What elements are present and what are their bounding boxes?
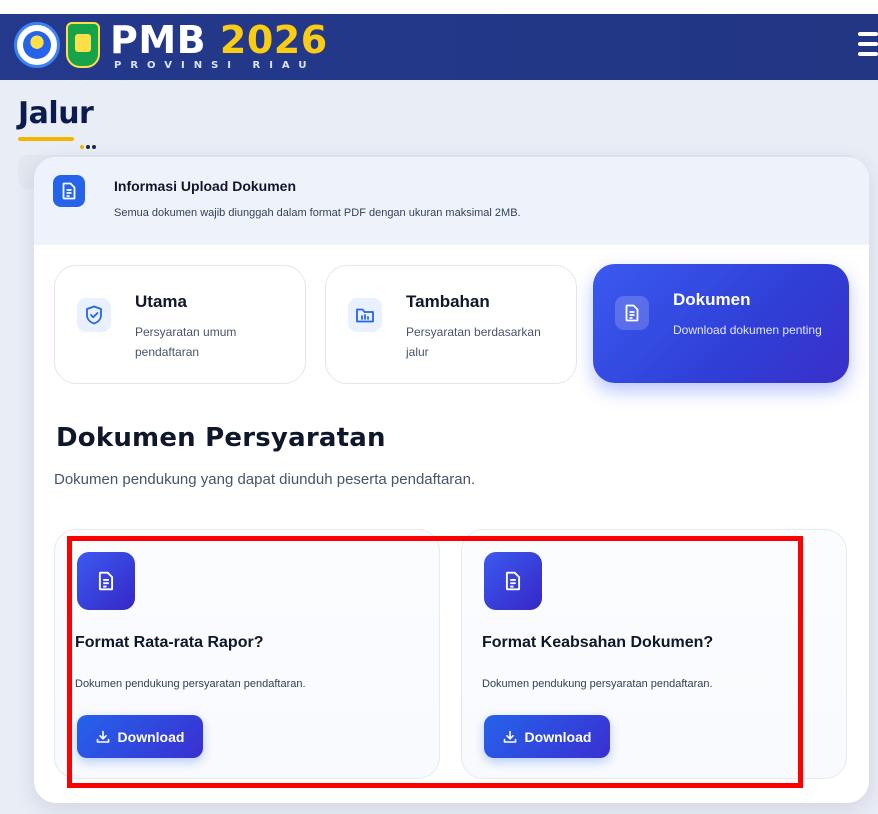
top-white-strip [0,0,878,14]
brand-year: 2026 [219,18,328,62]
tab-tambahan-label: Tambahan [406,292,490,311]
document-icon [77,552,135,610]
section-description: Dokumen pendukung yang dapat diunduh pes… [54,471,476,488]
document-icon [484,552,542,610]
upload-info-description: Semua dokumen wajib diunggah dalam forma… [114,207,521,219]
tab-utama[interactable]: Utama Persyaratan umum pendaftaran [54,265,306,384]
tab-utama-label: Utama [135,292,187,311]
title-dots [80,136,100,149]
document-icon [615,296,649,330]
tab-dokumen-description: Download dokumen penting [673,323,822,337]
brand-name: PMB [110,18,207,62]
title-underline [18,137,74,141]
tab-tambahan[interactable]: Tambahan Persyaratan berdasarkan jalur [325,265,577,384]
download-button[interactable]: Download [77,715,203,758]
shield-check-icon [77,298,111,332]
document-card-rata-rata-rapor: Format Rata-rata Rapor? Dokumen pendukun… [54,529,440,779]
header-bar: PMB 2026 PROVINSI RIAU [0,14,878,80]
section-title: Dokumen Persyaratan [56,423,386,453]
brand-title[interactable]: PMB 2026 [110,18,328,62]
upload-info-banner: Informasi Upload Dokumen Semua dokumen w… [34,157,869,245]
document-title: Format Rata-rata Rapor? [75,634,264,651]
menu-hamburger-icon[interactable] [858,32,878,56]
tab-dokumen[interactable]: Dokumen Download dokumen penting [593,264,849,383]
download-icon [503,730,516,743]
requirements-card: Informasi Upload Dokumen Semua dokumen w… [34,157,869,803]
download-button-label: Download [117,728,185,745]
tut-wuri-logo-icon [14,22,60,68]
document-description: Dokumen pendukung persyaratan pendaftara… [482,678,713,690]
tab-dokumen-label: Dokumen [673,290,751,309]
page-title: Jalur [18,96,94,131]
document-card-keabsahan-dokumen: Format Keabsahan Dokumen? Dokumen penduk… [461,529,847,779]
document-icon [53,175,85,207]
folder-icon [348,298,382,332]
download-button-label: Download [524,728,592,745]
download-icon [96,730,109,743]
riau-emblem-icon [66,22,100,68]
upload-info-title: Informasi Upload Dokumen [114,178,297,194]
download-button[interactable]: Download [484,715,610,758]
document-title: Format Keabsahan Dokumen? [482,634,714,651]
brand-subtitle: PROVINSI RIAU [114,60,316,71]
tab-utama-description: Persyaratan umum pendaftaran [135,325,237,359]
document-description: Dokumen pendukung persyaratan pendaftara… [75,678,306,690]
tab-tambahan-description: Persyaratan berdasarkan jalur [406,325,541,359]
